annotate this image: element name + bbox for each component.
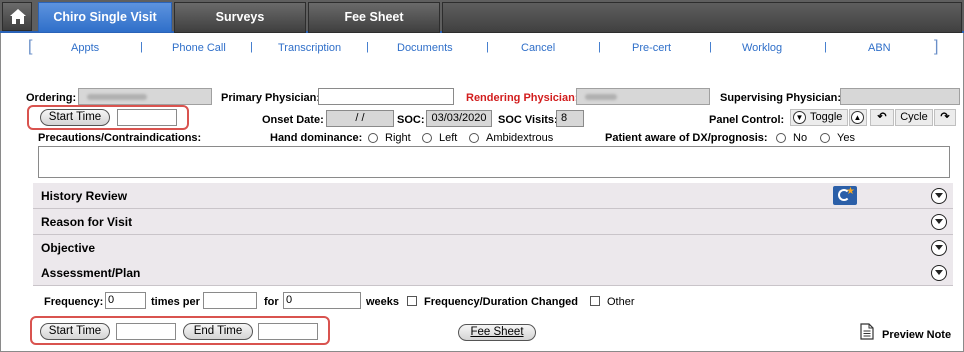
frequency-input[interactable]: 0 [105,292,146,309]
section-reason-for-visit[interactable]: Reason for Visit [33,209,953,235]
chevron-down-icon[interactable] [931,265,947,281]
for-input[interactable]: 0 [283,292,361,309]
hand-dominance-label: Hand dominance: [270,132,363,144]
soc-visits-label: SOC Visits: [498,114,558,126]
tab-surveys[interactable]: Surveys [174,2,306,33]
start-time-button[interactable]: Start Time [40,109,110,126]
preview-note-button[interactable]: Preview Note [860,323,956,343]
chevron-down-icon: ▼ [793,111,806,124]
cycle-forward-button[interactable]: ↷ [934,109,956,126]
times-per-label: times per [151,296,200,308]
section-title: Objective [41,241,96,255]
aware-yes-radio[interactable] [820,133,830,143]
hand-left-radio[interactable] [422,133,432,143]
hand-ambidextrous-label: Ambidextrous [486,132,554,144]
tab-bar-fill [442,2,962,33]
tab-chiro-single-visit[interactable]: Chiro Single Visit [38,2,172,33]
nav-phone-call[interactable]: Phone Call [172,42,226,54]
home-icon [10,9,26,24]
nav-separator: | [140,41,143,53]
rendering-physician-label: Rendering Physician: [466,92,579,104]
start-time-input[interactable] [117,109,177,126]
ordering-field[interactable] [78,88,212,105]
soc-label: SOC: [397,114,425,126]
rendering-physician-field[interactable] [576,88,710,105]
onset-date-field[interactable]: / / [326,110,394,127]
frequency-label: Frequency: [44,296,104,308]
section-assessment-plan[interactable]: Assessment/Plan [33,260,953,286]
hand-ambidextrous-radio[interactable] [469,133,479,143]
soc-visits-field[interactable]: 8 [556,110,584,127]
other-label: Other [607,296,635,308]
nav-separator: | [824,41,827,53]
hand-right-label: Right [385,132,411,144]
chevron-down-icon[interactable] [931,214,947,230]
weeks-label: weeks [366,296,400,308]
nav-separator: | [486,41,489,53]
footer-start-time-input[interactable] [116,323,176,340]
hand-left-label: Left [439,132,458,144]
home-button[interactable] [2,2,32,31]
chevron-down-icon[interactable] [931,188,947,204]
onset-date-label: Onset Date: [262,114,324,126]
section-history-review[interactable]: History Review [33,183,953,209]
nav-separator: | [250,41,253,53]
panel-control-label: Panel Control: [709,114,785,126]
footer-start-time-button[interactable]: Start Time [40,323,110,340]
section-title: History Review [41,189,128,203]
supervising-physician-field[interactable] [840,88,960,105]
chevron-down-icon[interactable] [931,240,947,256]
expand-all-button[interactable]: ▲ [849,109,867,126]
supervising-physician-label: Supervising Physician: [720,92,842,104]
aware-yes-label: Yes [837,132,855,144]
document-icon [860,323,874,340]
nav-worklog[interactable]: Worklog [742,42,782,54]
nav-separator: | [366,41,369,53]
end-time-input[interactable] [258,323,318,340]
preview-note-label: Preview Note [882,329,952,341]
cycle-button[interactable]: Cycle [895,109,933,126]
nav-cancel[interactable]: Cancel [521,42,555,54]
precautions-textarea[interactable] [38,146,950,178]
section-title: Assessment/Plan [41,266,141,280]
fee-sheet-button[interactable]: Fee Sheet [458,324,536,341]
other-checkbox[interactable] [590,296,600,306]
redo-arrow-icon: ↷ [940,111,950,123]
primary-physician-field[interactable] [318,88,454,105]
nav-abn[interactable]: ABN [868,42,891,54]
toggle-control[interactable]: ▼ Toggle [790,109,848,126]
tab-bar: Chiro Single Visit Surveys Fee Sheet [0,0,964,33]
aware-no-radio[interactable] [776,133,786,143]
times-per-input[interactable] [203,292,257,309]
patient-aware-label: Patient aware of DX/prognosis: [605,132,768,144]
end-time-button[interactable]: End Time [183,323,253,340]
precautions-label: Precautions/Contraindications: [38,132,202,144]
nav-appts[interactable]: Appts [71,42,99,54]
nav-transcription[interactable]: Transcription [278,42,341,54]
sub-navigation: [ Appts | Phone Call | Transcription | D… [28,38,942,58]
frequency-changed-label: Frequency/Duration Changed [424,296,579,308]
frequency-changed-checkbox[interactable] [407,296,417,306]
nav-separator: | [709,41,712,53]
undo-arrow-icon: ↶ [877,111,887,123]
section-title: Reason for Visit [41,215,133,229]
toggle-label: Toggle [810,111,843,123]
primary-physician-label: Primary Physician: [221,92,321,104]
section-objective[interactable]: Objective [33,235,953,261]
for-label: for [264,296,279,308]
quick-entry-icon[interactable]: ★ [833,186,857,205]
nav-pre-cert[interactable]: Pre-cert [632,42,671,54]
soc-field[interactable]: 03/03/2020 [426,110,492,127]
chevron-up-icon: ▲ [851,111,864,124]
tab-fee-sheet[interactable]: Fee Sheet [308,2,440,33]
nav-documents[interactable]: Documents [397,42,453,54]
hand-right-radio[interactable] [368,133,378,143]
ordering-label: Ordering: [26,92,77,104]
left-bracket: [ [28,38,33,55]
cycle-back-button[interactable]: ↶ [870,109,894,126]
nav-separator: | [598,41,601,53]
aware-no-label: No [793,132,808,144]
right-bracket: ] [934,38,939,55]
